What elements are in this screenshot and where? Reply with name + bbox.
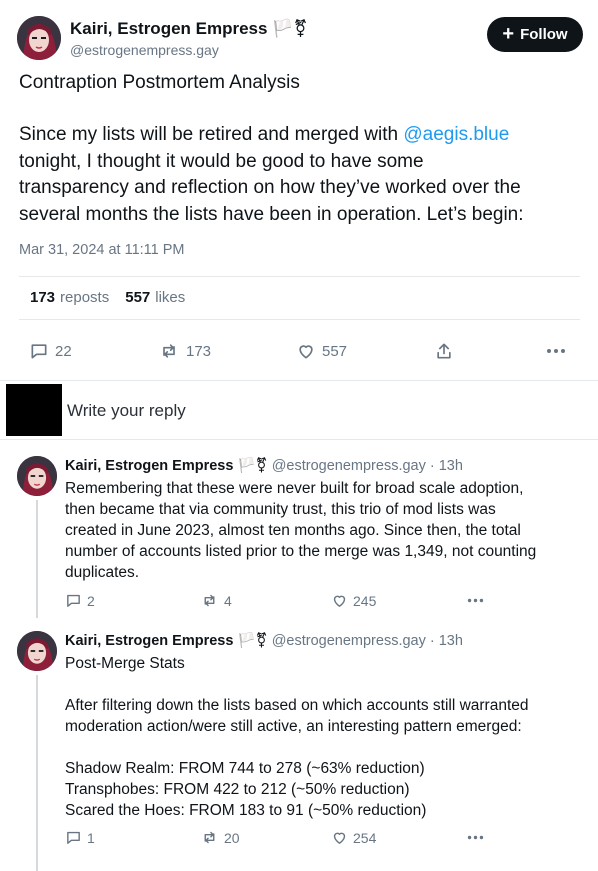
reposts-count[interactable]: 173	[30, 289, 55, 306]
reply-time[interactable]: · 13h	[430, 633, 463, 649]
like-count: 557	[322, 342, 348, 360]
thread-line	[36, 500, 38, 618]
like-button[interactable]: 254	[331, 829, 376, 846]
like-count: 254	[353, 829, 377, 846]
like-button[interactable]: 245	[331, 592, 376, 609]
post-body-text-end: tonight, I thought it would be good to h…	[19, 150, 524, 225]
reply-composer[interactable]: Write your reply	[67, 401, 186, 421]
mention-link[interactable]: @aegis.blue	[403, 124, 509, 145]
repost-button[interactable]: 20	[200, 829, 240, 846]
reply-button[interactable]: 22	[29, 341, 72, 361]
author-name[interactable]: Kairi, Estrogen Empress 🏳️⚧	[70, 19, 308, 39]
repost-button[interactable]: 173	[158, 341, 211, 361]
more-options-button[interactable]	[466, 592, 485, 609]
reply-icon	[67, 831, 80, 844]
reply-count: 1	[87, 829, 95, 846]
more-icon	[467, 835, 484, 840]
reply-text: Remembering that these were never built …	[65, 480, 537, 581]
heart-icon	[299, 345, 313, 359]
reply-time[interactable]: · 13h	[430, 458, 463, 474]
reply-icon	[67, 594, 80, 607]
plus-icon: +	[502, 22, 515, 45]
engagement-stats: 173 reposts 557 likes	[30, 289, 185, 306]
reply-avatar[interactable]	[17, 631, 57, 671]
reply-author-handle[interactable]: @estrogenempress.gay	[272, 458, 426, 474]
reply-avatar[interactable]	[17, 456, 57, 496]
more-icon	[467, 598, 484, 603]
heart-icon	[333, 832, 346, 844]
post-timestamp[interactable]: Mar 31, 2024 at 11:11 PM	[19, 242, 185, 258]
follow-label: Follow	[520, 26, 568, 43]
repost-count: 173	[186, 342, 212, 360]
likes-label[interactable]: likes	[155, 289, 185, 306]
reply-button[interactable]: 1	[65, 829, 95, 846]
author-name-text: Kairi, Estrogen Empress	[70, 19, 268, 38]
repost-icon	[163, 344, 175, 358]
like-count: 245	[353, 592, 377, 609]
likes-count[interactable]: 557	[125, 289, 150, 306]
repost-count: 4	[224, 592, 232, 609]
author-avatar[interactable]	[17, 16, 61, 60]
composer-avatar	[6, 384, 62, 436]
divider	[0, 380, 598, 381]
more-options-button[interactable]	[545, 341, 567, 361]
like-button[interactable]: 557	[296, 341, 347, 361]
post-body: Since my lists will be retired and merge…	[19, 122, 589, 228]
more-options-button[interactable]	[466, 829, 485, 846]
reply-author-name[interactable]: Kairi, Estrogen Empress	[65, 458, 233, 474]
divider	[19, 276, 580, 277]
divider	[19, 319, 580, 320]
repost-count: 20	[224, 829, 240, 846]
repost-icon	[204, 594, 215, 607]
reposts-label[interactable]: reposts	[60, 289, 109, 306]
reply-author-flags: 🏳️⚧	[237, 633, 268, 649]
share-icon	[437, 343, 451, 359]
share-button[interactable]	[434, 341, 454, 361]
post-body-text-start: Since my lists will be retired and merge…	[19, 124, 404, 145]
reply-header: Kairi, Estrogen Empress 🏳️⚧ @estrogenemp…	[65, 632, 463, 649]
reply-count: 2	[87, 592, 95, 609]
divider	[0, 439, 598, 440]
heart-icon	[333, 595, 346, 607]
more-icon	[547, 349, 565, 353]
author-handle[interactable]: @estrogenempress.gay	[70, 42, 219, 58]
repost-icon	[204, 831, 215, 844]
reply-author-name[interactable]: Kairi, Estrogen Empress	[65, 633, 233, 649]
thread-line	[36, 675, 38, 871]
reply-author-handle[interactable]: @estrogenempress.gay	[272, 633, 426, 649]
reply-text: Post-Merge Stats After filtering down th…	[65, 655, 529, 819]
reply-button[interactable]: 2	[65, 592, 95, 609]
repost-button[interactable]: 4	[200, 592, 232, 609]
post-title: Contraption Postmortem Analysis	[19, 72, 300, 93]
reply-icon	[31, 344, 47, 359]
reply-header: Kairi, Estrogen Empress 🏳️⚧ @estrogenemp…	[65, 457, 463, 474]
follow-button[interactable]: + Follow	[487, 17, 583, 52]
reply-author-flags: 🏳️⚧	[237, 458, 268, 474]
reply-count: 22	[55, 342, 72, 360]
author-flags: 🏳️⚧	[272, 19, 308, 38]
